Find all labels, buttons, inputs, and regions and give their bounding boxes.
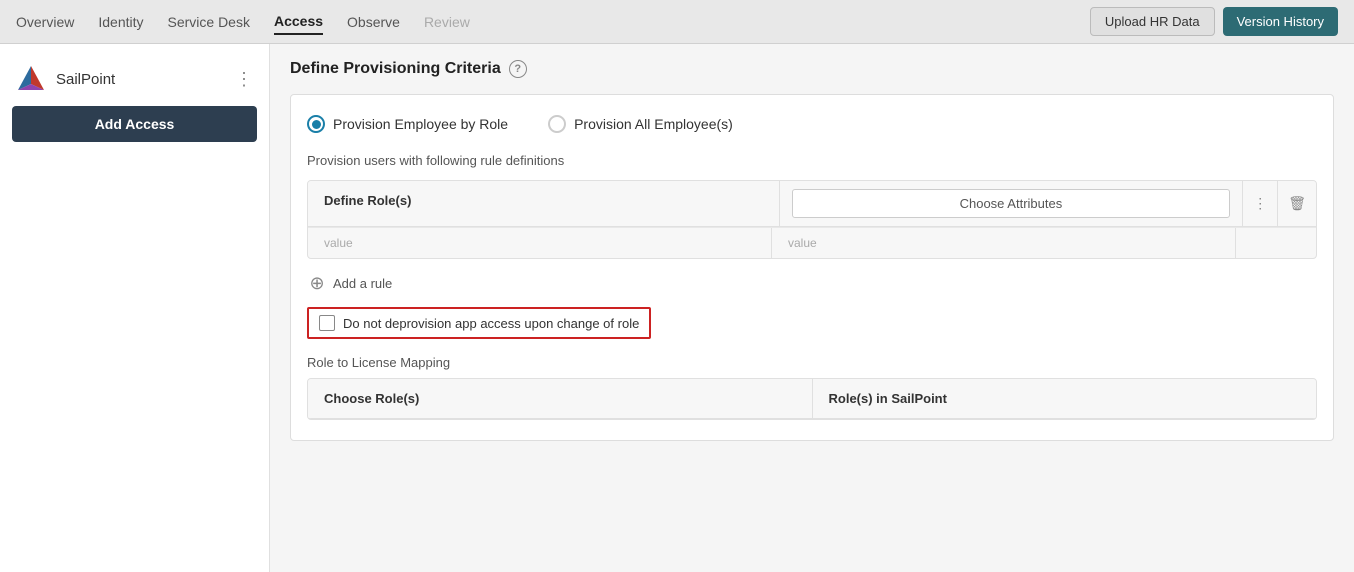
rule-table-more-icon[interactable]: ⋮ <box>1243 181 1278 226</box>
radio-by-role-indicator <box>307 115 325 133</box>
rule-row-spacer <box>1236 228 1316 258</box>
radio-all-employees[interactable]: Provision All Employee(s) <box>548 115 733 133</box>
section-title-row: Define Provisioning Criteria ? <box>290 60 1334 78</box>
nav-items: Overview Identity Service Desk Access Ob… <box>16 9 1090 35</box>
sidebar-brand: SailPoint <box>16 64 115 94</box>
rule-attrs-value: value <box>772 228 1236 258</box>
nav-item-overview[interactable]: Overview <box>16 10 74 34</box>
sidebar-header: SailPoint ⋮ <box>12 56 257 106</box>
deprovision-checkbox-row[interactable]: Do not deprovision app access upon chang… <box>307 307 651 339</box>
rule-table: Define Role(s) Choose Attributes ⋮ 🗑 val… <box>307 180 1317 259</box>
radio-group: Provision Employee by Role Provision All… <box>307 115 1317 133</box>
rule-col-attrs-header: Choose Attributes <box>780 181 1244 226</box>
nav-item-service-desk[interactable]: Service Desk <box>168 10 250 34</box>
deprovision-checkbox-label: Do not deprovision app access upon chang… <box>343 316 639 331</box>
rule-col-role-header: Define Role(s) <box>308 181 780 226</box>
section-title-text: Define Provisioning Criteria <box>290 60 501 78</box>
add-rule-row[interactable]: ⊕ Add a rule <box>307 273 1317 293</box>
main-content: Define Provisioning Criteria ? Provision… <box>270 44 1354 572</box>
provision-description: Provision users with following rule defi… <box>307 153 1317 168</box>
mapping-col-roles: Choose Role(s) <box>308 379 813 418</box>
rule-table-row: value value <box>308 227 1316 258</box>
sidebar: SailPoint ⋮ Add Access <box>0 44 270 572</box>
radio-all-employees-label: Provision All Employee(s) <box>574 116 733 132</box>
nav-item-access[interactable]: Access <box>274 9 323 35</box>
rule-role-value: value <box>308 228 772 258</box>
nav-actions: Upload HR Data Version History <box>1090 7 1338 36</box>
mapping-table-header: Choose Role(s) Role(s) in SailPoint <box>308 379 1316 419</box>
rule-table-delete-icon[interactable]: 🗑 <box>1278 181 1316 226</box>
nav-item-review: Review <box>424 10 470 34</box>
deprovision-checkbox[interactable] <box>319 315 335 331</box>
nav-item-observe[interactable]: Observe <box>347 10 400 34</box>
radio-by-role[interactable]: Provision Employee by Role <box>307 115 508 133</box>
radio-all-employees-indicator <box>548 115 566 133</box>
add-rule-icon: ⊕ <box>307 273 327 293</box>
choose-attributes-button[interactable]: Choose Attributes <box>792 189 1231 218</box>
add-access-button[interactable]: Add Access <box>12 106 257 142</box>
mapping-section-title: Role to License Mapping <box>307 355 1317 370</box>
upload-hr-button[interactable]: Upload HR Data <box>1090 7 1215 36</box>
delete-icon: 🗑 <box>1288 195 1306 212</box>
rule-table-header: Define Role(s) Choose Attributes ⋮ 🗑 <box>308 181 1316 227</box>
radio-by-role-label: Provision Employee by Role <box>333 116 508 132</box>
top-nav: Overview Identity Service Desk Access Ob… <box>0 0 1354 44</box>
sidebar-brand-name: SailPoint <box>56 71 115 88</box>
help-icon[interactable]: ? <box>509 60 527 78</box>
mapping-col-sailpoint: Role(s) in SailPoint <box>813 379 1317 418</box>
version-history-button[interactable]: Version History <box>1223 7 1338 36</box>
mapping-table: Choose Role(s) Role(s) in SailPoint <box>307 378 1317 420</box>
nav-item-identity[interactable]: Identity <box>98 10 143 34</box>
layout: SailPoint ⋮ Add Access Define Provisioni… <box>0 44 1354 572</box>
add-rule-label: Add a rule <box>333 276 392 291</box>
criteria-card: Provision Employee by Role Provision All… <box>290 94 1334 441</box>
sidebar-more-icon[interactable]: ⋮ <box>235 69 253 90</box>
sailpoint-logo <box>16 64 46 94</box>
